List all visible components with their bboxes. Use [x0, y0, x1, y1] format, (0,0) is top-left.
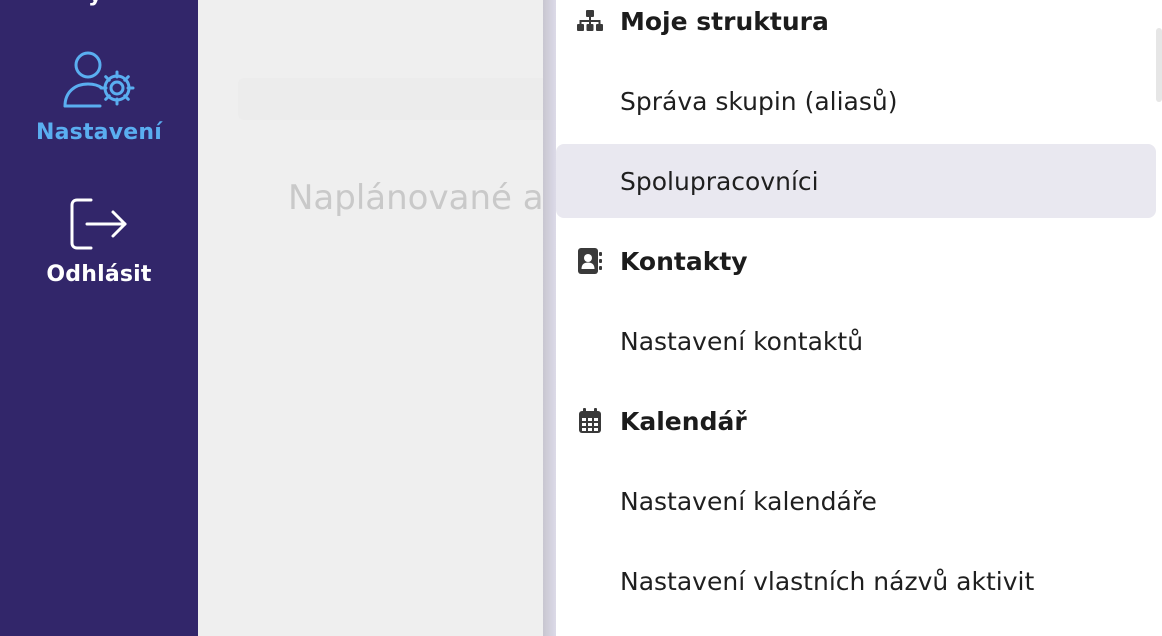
section-title: Kontakty: [620, 246, 748, 276]
sidebar-partial-label: y: [88, 0, 102, 7]
user-gear-icon: [63, 51, 135, 108]
main-content: Naplánované a: [198, 0, 544, 636]
calendar-icon: [576, 407, 604, 435]
section-title: Kalendář: [620, 406, 747, 436]
sidebar: y Nastavení Odhlásit: [0, 0, 198, 636]
menu-item-label: Nastavení vlastních názvů aktivit: [620, 566, 1035, 596]
menu-item-nastaveni-kalendare[interactable]: Nastavení kalendáře: [556, 464, 1156, 538]
section-header-kalendar: Kalendář: [556, 384, 1156, 458]
menu-item-nastaveni-nazvu-aktivit[interactable]: Nastavení vlastních názvů aktivit: [556, 544, 1156, 618]
menu-item-nastaveni-kontaktu[interactable]: Nastavení kontaktů: [556, 304, 1156, 378]
menu-item-sprava-skupin[interactable]: Správa skupin (aliasů): [556, 64, 1156, 138]
settings-menu-panel: Moje struktura Správa skupin (aliasů) Sp…: [556, 0, 1162, 636]
hierarchy-icon: [576, 7, 604, 35]
menu-item-label: Správa skupin (aliasů): [620, 86, 898, 116]
menu-item-label: Nastavení kalendáře: [620, 486, 877, 516]
sidebar-item-settings-label: Nastavení: [36, 120, 162, 145]
sidebar-item-settings[interactable]: Nastavení: [0, 48, 198, 145]
menu-item-spolupracovnici[interactable]: Spolupracovníci: [556, 144, 1156, 218]
panel-shadow: [543, 0, 556, 636]
sidebar-item-logout[interactable]: Odhlásit: [0, 196, 198, 287]
main-header-bar: [238, 78, 544, 120]
address-book-icon: [576, 247, 604, 275]
panel-scrollbar[interactable]: [1156, 28, 1162, 102]
sidebar-item-logout-label: Odhlásit: [46, 262, 152, 287]
section-header-moje-struktura: Moje struktura: [556, 0, 1156, 58]
section-header-kontakty: Kontakty: [556, 224, 1156, 298]
page-title: Naplánované a: [288, 178, 544, 218]
section-title: Moje struktura: [620, 6, 829, 36]
menu-item-label: Spolupracovníci: [620, 166, 819, 196]
logout-icon: [70, 198, 127, 250]
menu-item-label: Nastavení kontaktů: [620, 326, 864, 356]
